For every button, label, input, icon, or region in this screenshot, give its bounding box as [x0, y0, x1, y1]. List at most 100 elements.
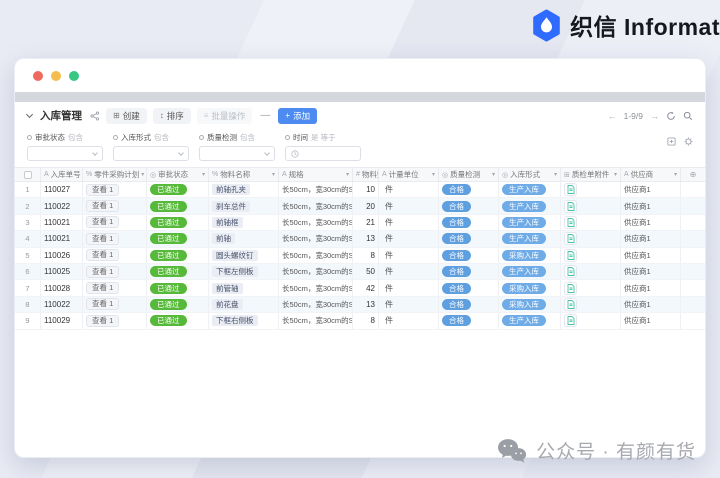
column-header[interactable]: ⊞ 质检单附件 ▾	[561, 168, 621, 181]
search-icon[interactable]	[683, 111, 693, 121]
column-menu-caret-icon[interactable]: ▾	[202, 171, 205, 178]
attachment-file-icon[interactable]	[564, 298, 577, 311]
table-row[interactable]: 5 110026 查看 1 已通过 圆头螺纹钉 长50cm，宽30cm的SY1 …	[15, 248, 705, 264]
filter-value-input[interactable]	[199, 146, 275, 161]
refresh-icon[interactable]	[666, 111, 676, 121]
add-column-cell[interactable]: ⊕	[681, 168, 705, 181]
view-plan-button[interactable]: 查看 1	[86, 184, 119, 196]
unit-cell: 件	[379, 264, 439, 279]
add-column-icon[interactable]: ⊕	[690, 170, 697, 179]
sort-button[interactable]: ↕ 排序	[153, 108, 191, 124]
material-name-chip[interactable]: 圆头螺纹钉	[212, 250, 258, 261]
next-page-arrow[interactable]: →	[650, 111, 659, 121]
table-row[interactable]: 8 110022 查看 1 已通过 前花盘 长50cm，宽30cm的SY1 13…	[15, 297, 705, 313]
view-plan-button[interactable]: 查看 1	[86, 216, 119, 228]
informat-hexagon-drop-icon	[530, 9, 563, 42]
filter-label: 时间 是 等于	[285, 132, 361, 143]
column-header[interactable]: # 物料数量 ▾	[353, 168, 379, 181]
material-name-chip[interactable]: 前轴	[212, 233, 235, 244]
maximize-window-button[interactable]	[69, 71, 79, 81]
filter-value-input[interactable]	[113, 146, 189, 161]
entry-form-cell: 生产入库	[499, 313, 561, 328]
gear-icon[interactable]	[684, 137, 693, 146]
filter-value-input[interactable]	[27, 146, 103, 161]
approval-status-badge: 已通过	[150, 233, 187, 244]
spec-cell: 长50cm，宽30cm的SY1	[279, 198, 353, 213]
view-plan-button[interactable]: 查看 1	[86, 282, 119, 294]
field-type-icon: ◎	[150, 171, 156, 179]
attachment-cell	[561, 313, 621, 328]
table-row[interactable]: 7 110028 查看 1 已通过 前管轴 长50cm，宽30cm的SY1 42…	[15, 280, 705, 296]
table-row[interactable]: 4 110021 查看 1 已通过 前轴 长50cm，宽30cm的SY1 13 …	[15, 231, 705, 247]
column-menu-caret-icon[interactable]: ▾	[272, 171, 275, 178]
view-plan-button[interactable]: 查看 1	[86, 233, 119, 245]
procurement-plan-cell: 查看 1	[83, 182, 147, 197]
column-menu-caret-icon[interactable]: ▾	[141, 171, 144, 178]
material-name-chip[interactable]: 前轴孔夹	[212, 184, 250, 195]
column-header[interactable]: % 零件采购计划 ▾	[83, 168, 147, 181]
column-header[interactable]: % 物料名称 ▾	[209, 168, 279, 181]
approval-status-badge: 已通过	[150, 201, 187, 212]
view-plan-button[interactable]: 查看 1	[86, 298, 119, 310]
batch-actions-button[interactable]: ≡ 批量操作	[197, 108, 253, 124]
column-menu-caret-icon[interactable]: ▾	[554, 171, 557, 178]
column-header[interactable]: ◎ 审批状态 ▾	[147, 168, 209, 181]
share-icon[interactable]	[90, 111, 100, 121]
expand-icon[interactable]	[667, 137, 676, 146]
column-header-label: 物料数量	[362, 169, 379, 180]
create-button[interactable]: ⊞ 创建	[106, 108, 147, 124]
column-menu-caret-icon[interactable]: ▾	[492, 171, 495, 178]
column-menu-caret-icon[interactable]: ▾	[346, 171, 349, 178]
table-row[interactable]: 3 110021 查看 1 已通过 前轴框 长50cm，宽30cm的SY1 21…	[15, 215, 705, 231]
table-row[interactable]: 6 110025 查看 1 已通过 下框左侧板 长50cm，宽30cm的SY1 …	[15, 264, 705, 280]
close-window-button[interactable]	[33, 71, 43, 81]
material-name-chip[interactable]: 下框左侧板	[212, 266, 258, 277]
column-header[interactable]: A 入库单号 ▾	[41, 168, 83, 181]
column-header[interactable]: A 规格 ▾	[279, 168, 353, 181]
view-plan-button[interactable]: 查看 1	[86, 315, 119, 327]
column-header[interactable]: ◎ 入库形式 ▾	[499, 168, 561, 181]
attachment-file-icon[interactable]	[564, 282, 577, 295]
attachment-file-icon[interactable]	[564, 200, 577, 213]
add-button[interactable]: + 添加	[278, 108, 317, 124]
material-name-chip[interactable]: 刹车总件	[212, 201, 250, 212]
spec-text: 长50cm，宽30cm的SY1	[282, 217, 353, 228]
table-row[interactable]: 2 110022 查看 1 已通过 刹车总件 长50cm，宽30cm的SY1 2…	[15, 198, 705, 214]
select-all-checkbox[interactable]	[24, 171, 32, 179]
attachment-cell	[561, 280, 621, 295]
procurement-plan-cell: 查看 1	[83, 248, 147, 263]
attachment-file-icon[interactable]	[564, 314, 577, 327]
minimize-window-button[interactable]	[51, 71, 61, 81]
column-menu-caret-icon[interactable]: ▾	[674, 171, 677, 178]
view-plan-button[interactable]: 查看 1	[86, 266, 119, 278]
supplier-cell: 供应商1	[621, 264, 681, 279]
spec-text: 长50cm，宽30cm的SY1	[282, 184, 353, 195]
create-button-label: 创建	[123, 110, 140, 122]
column-menu-caret-icon[interactable]: ▾	[614, 171, 617, 178]
column-header[interactable]: A 计量单位 ▾	[379, 168, 439, 181]
entry-order-number-cell: 110026	[41, 248, 83, 263]
view-plan-button[interactable]: 查看 1	[86, 200, 119, 212]
attachment-file-icon[interactable]	[564, 232, 577, 245]
prev-page-arrow[interactable]: ←	[608, 111, 617, 121]
table-row[interactable]: 1 110027 查看 1 已通过 前轴孔夹 长50cm，宽30cm的SY1 1…	[15, 182, 705, 198]
quality-check-cell: 合格	[439, 280, 499, 295]
material-name-chip[interactable]: 前轴框	[212, 217, 243, 228]
chevron-down-icon[interactable]	[26, 110, 33, 117]
material-name-chip[interactable]: 下框右侧板	[212, 315, 258, 326]
attachment-file-icon[interactable]	[564, 183, 577, 196]
unit-cell: 件	[379, 280, 439, 295]
attachment-file-icon[interactable]	[564, 249, 577, 262]
approval-status-badge: 已通过	[150, 217, 187, 228]
material-name-chip[interactable]: 前管轴	[212, 283, 243, 294]
table-row[interactable]: 9 110029 查看 1 已通过 下框右侧板 长50cm，宽30cm的SY1 …	[15, 313, 705, 329]
attachment-file-icon[interactable]	[564, 216, 577, 229]
row-number-cell: 4	[15, 231, 41, 246]
material-name-chip[interactable]: 前花盘	[212, 299, 243, 310]
column-menu-caret-icon[interactable]: ▾	[432, 171, 435, 178]
filter-value-input[interactable]	[285, 146, 361, 161]
attachment-file-icon[interactable]	[564, 265, 577, 278]
view-plan-button[interactable]: 查看 1	[86, 249, 119, 261]
column-header[interactable]: A 供应商 ▾	[621, 168, 681, 181]
column-header[interactable]: ◎ 质量检测 ▾	[439, 168, 499, 181]
